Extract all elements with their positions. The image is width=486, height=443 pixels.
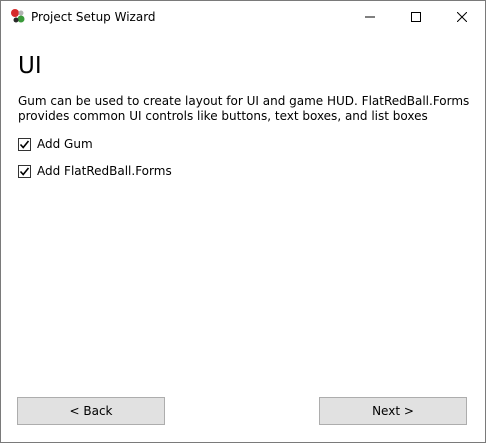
add-gum-option[interactable]: Add Gum [18, 136, 93, 152]
back-button[interactable]: < Back [17, 397, 165, 425]
add-gum-checkbox[interactable] [18, 137, 31, 151]
add-forms-label[interactable]: Add FlatRedBall.Forms [37, 164, 172, 179]
title-bar[interactable]: Project Setup Wizard [1, 1, 485, 32]
add-forms-option[interactable]: Add FlatRedBall.Forms [18, 163, 172, 179]
maximize-button[interactable] [393, 1, 439, 32]
close-button[interactable] [439, 1, 485, 32]
page-description: Gum can be used to create layout for UI … [18, 94, 470, 123]
add-gum-label[interactable]: Add Gum [37, 137, 93, 152]
next-button[interactable]: Next > [319, 397, 467, 425]
wizard-window: Project Setup Wizard UI Gum can be used … [0, 0, 486, 443]
app-icon [10, 8, 26, 24]
add-forms-checkbox[interactable] [18, 164, 31, 178]
checkmark-icon [19, 166, 30, 176]
minimize-icon [365, 7, 375, 26]
close-icon [456, 7, 468, 26]
checkmark-icon [19, 139, 30, 149]
page-title: UI [18, 53, 42, 79]
window-title: Project Setup Wizard [31, 10, 156, 24]
maximize-icon [411, 7, 421, 26]
minimize-button[interactable] [347, 1, 393, 32]
